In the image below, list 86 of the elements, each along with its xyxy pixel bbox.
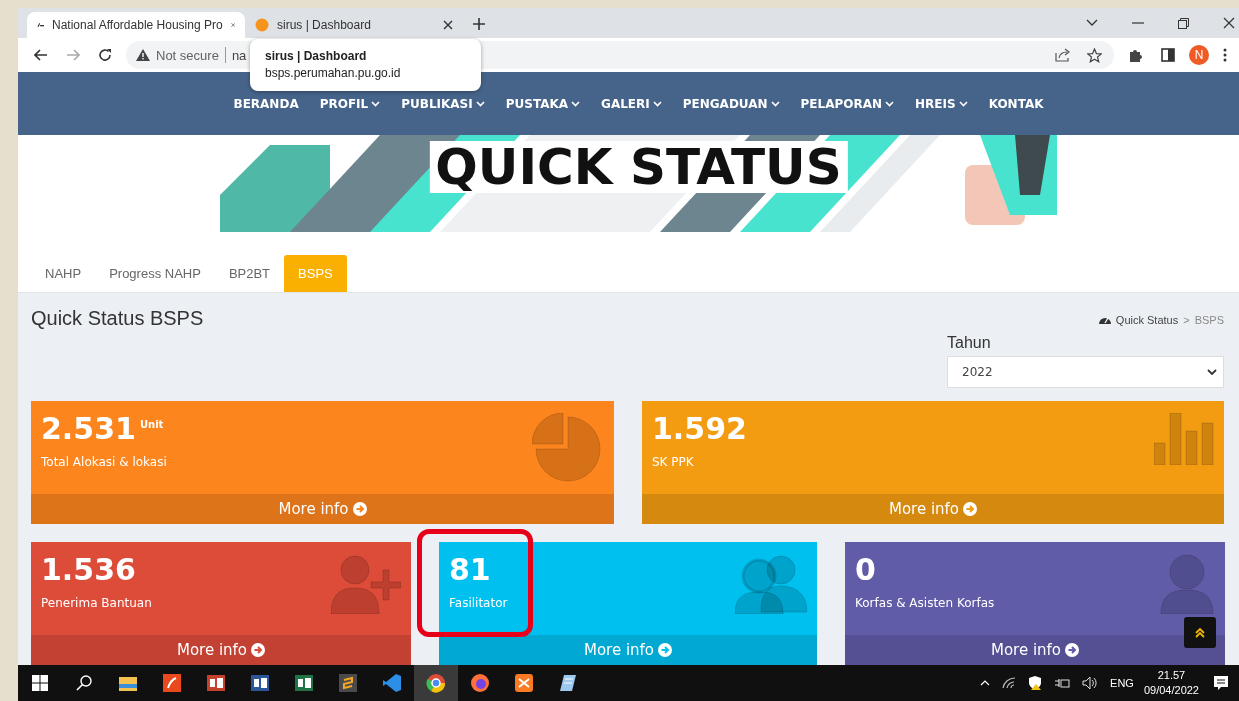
nav-link[interactable]: HREIS [915, 96, 968, 111]
tooltip-title: sirus | Dashboard [265, 49, 368, 63]
language-indicator[interactable]: ENG [1110, 677, 1134, 689]
stat-value: 0 [855, 552, 876, 588]
security-label: Not secure [156, 47, 219, 63]
chevron-up-icon[interactable] [980, 680, 991, 686]
arrow-circle-right-icon [658, 643, 673, 657]
stat-value: 2.531 [41, 411, 136, 447]
page-tab[interactable]: Progress NAHP [95, 255, 215, 292]
nav-link[interactable]: KONTAK [988, 96, 1044, 111]
site-logo-icon [37, 20, 45, 30]
arrow-circle-right-icon [352, 502, 367, 516]
back-arrow-icon[interactable] [34, 49, 48, 61]
windows-start-icon[interactable] [32, 675, 48, 691]
url-text: na [231, 47, 247, 63]
stat-label: Korfas & Asisten Korfas [855, 596, 996, 610]
notepad-icon[interactable] [558, 673, 578, 693]
breadcrumb-item[interactable]: Quick Status [1115, 314, 1179, 326]
search-icon[interactable] [76, 675, 92, 691]
page-heading: Quick Status BSPS [31, 307, 204, 331]
clock-date[interactable]: 09/04/2022 [1143, 683, 1199, 698]
power-plug-icon[interactable] [1054, 677, 1071, 689]
year-select[interactable]: 2022 [947, 356, 1224, 388]
nav-link[interactable]: GALERI [601, 96, 662, 111]
user-icon [1159, 554, 1215, 614]
browser-tab[interactable]: sirus | Dashboard [245, 12, 463, 38]
stat-value: 1.592 [652, 411, 747, 447]
nav-link[interactable]: BERANDA [233, 96, 299, 111]
banner-title: QUICK STATUS [429, 141, 848, 193]
stat-value: 1.536 [41, 552, 136, 588]
more-info-link[interactable]: More info [31, 494, 614, 524]
more-options-icon[interactable] [1223, 48, 1227, 62]
nav-link[interactable]: PUBLIKASI [401, 96, 485, 111]
profile-avatar[interactable]: N [1189, 45, 1209, 65]
more-info-link[interactable]: More info [31, 635, 411, 665]
favicon-icon [255, 18, 269, 32]
nav-link[interactable]: PENGADUAN [682, 96, 780, 111]
new-tab-icon[interactable] [472, 17, 486, 31]
word-processor-icon[interactable] [250, 673, 270, 693]
star-icon[interactable] [1087, 47, 1102, 63]
stat-label: Penerima Bantuan [41, 596, 153, 610]
speaker-icon[interactable] [1082, 676, 1099, 690]
double-chevron-up-icon [1195, 627, 1205, 638]
side-panel-icon[interactable] [1161, 48, 1175, 62]
restore-icon[interactable] [1178, 17, 1189, 29]
wifi-icon[interactable] [1002, 677, 1017, 689]
puzzle-piece-icon[interactable] [1128, 47, 1143, 63]
arrow-circle-right-icon [963, 502, 978, 516]
close-icon[interactable] [443, 20, 453, 30]
browser-tab[interactable]: National Affordable Housing Pro [27, 12, 245, 38]
share-icon[interactable] [1055, 48, 1071, 62]
page-tab[interactable]: BP2BT [214, 255, 285, 292]
breadcrumb-separator: > [1183, 314, 1190, 326]
arrow-circle-right-icon [251, 643, 266, 657]
page-tab[interactable]: NAHP [31, 255, 96, 292]
browser-icon[interactable] [426, 673, 446, 693]
presentation-app-icon[interactable] [206, 673, 226, 693]
spreadsheet-app-icon[interactable] [294, 673, 314, 693]
stat-label: SK PPK [652, 455, 695, 469]
security-shield-icon[interactable] [1028, 676, 1043, 690]
nav-link[interactable]: PUSTAKA [505, 96, 581, 111]
stat-label: Total Alokasi & lokasi [41, 455, 168, 469]
dashboard-gauge-icon [1098, 315, 1111, 325]
nav-link[interactable]: PROFIL [319, 96, 381, 111]
breadcrumb-item: BSPS [1194, 314, 1224, 326]
reload-icon[interactable] [98, 48, 112, 62]
forward-arrow-icon [66, 49, 80, 61]
stat-value: 81 [449, 552, 491, 588]
notifications-icon[interactable] [1213, 675, 1229, 691]
stat-unit: Unit [139, 419, 164, 430]
scroll-to-top-button[interactable] [1184, 617, 1216, 648]
year-label: Tahun [947, 334, 992, 352]
tooltip-url: bsps.perumahan.pu.go.id [265, 66, 402, 80]
chevron-down-icon [1207, 368, 1217, 376]
close-icon[interactable] [1223, 17, 1235, 29]
user-plus-icon [331, 554, 401, 614]
arrow-circle-right-icon [1065, 643, 1080, 657]
users-icon [735, 554, 807, 614]
stat-label: Fasilitator [449, 596, 509, 610]
nav-link[interactable]: PELAPORAN [800, 96, 895, 111]
clock-time[interactable]: 21.57 [1143, 668, 1199, 683]
bar-chart-icon [1154, 413, 1214, 465]
pie-chart-icon [532, 413, 604, 485]
chevron-down-icon[interactable] [1086, 19, 1098, 27]
warning-icon [136, 49, 150, 61]
more-info-link[interactable]: More info [845, 635, 1225, 665]
